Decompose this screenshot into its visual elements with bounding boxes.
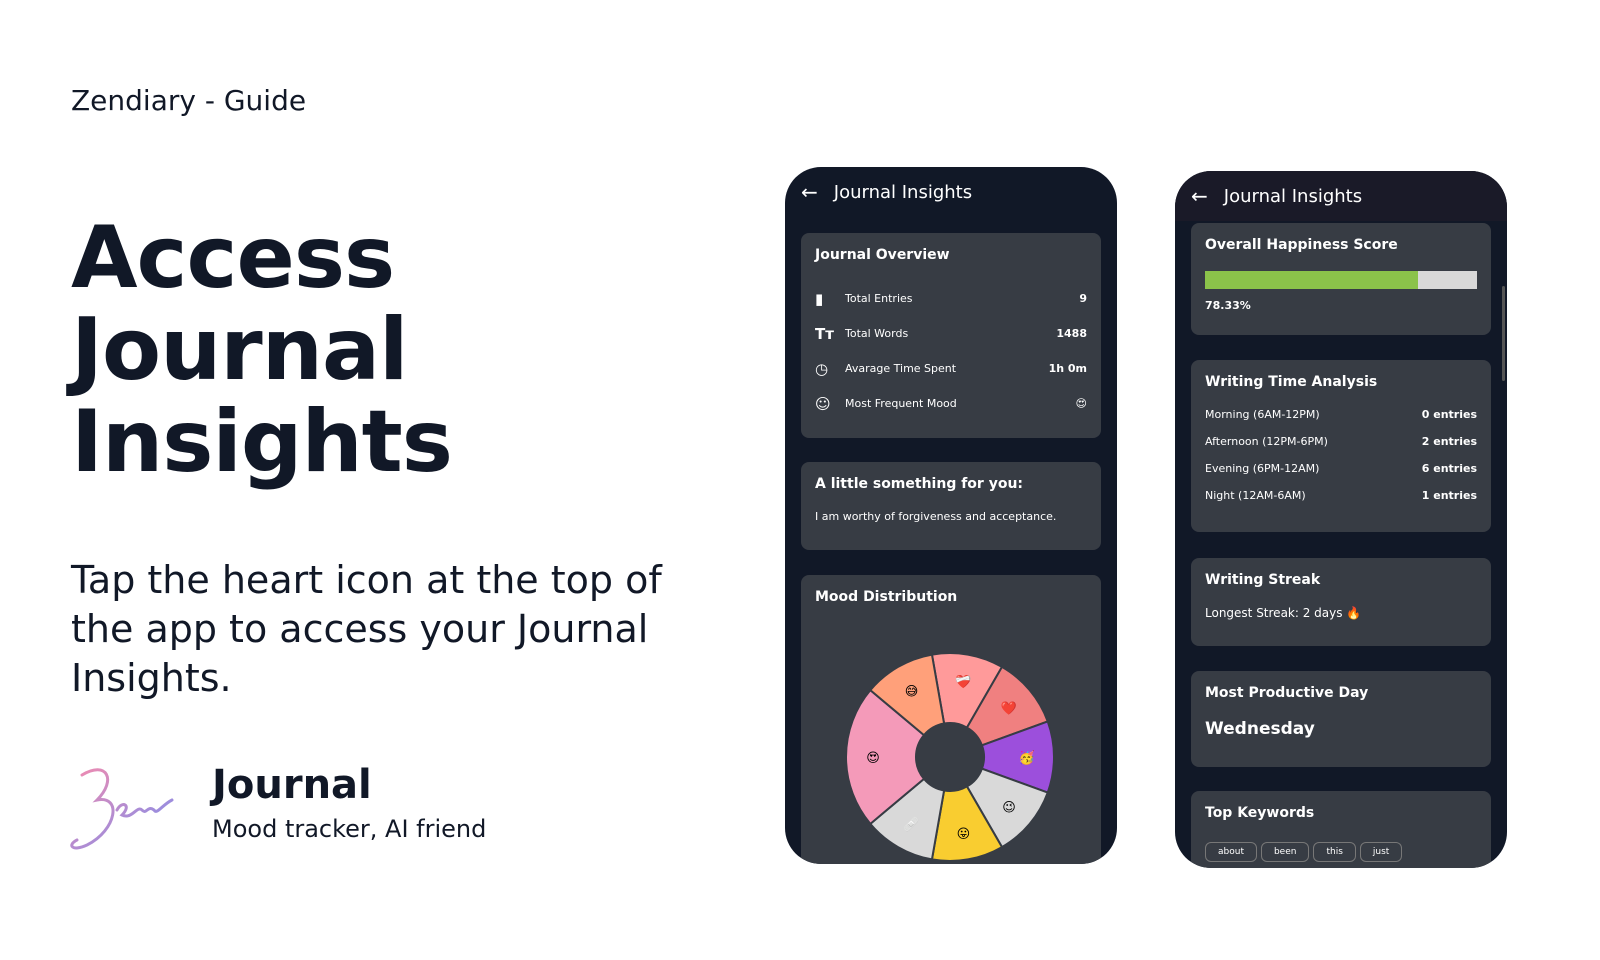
book-icon: ▮	[815, 289, 824, 308]
text-size-icon: Tт	[815, 324, 834, 343]
top-keywords-card: Top Keywords about been this just	[1191, 791, 1491, 868]
mood-pie-chart: ❤️‍🩹 ❤️ 🥳 😉 😛 🩹 😍 😅	[845, 652, 1055, 862]
streak-text: Longest Streak: 2 days 🔥	[1205, 606, 1362, 620]
time-label: Evening (6PM-12AM)	[1205, 462, 1320, 475]
stat-value: 9	[1079, 292, 1087, 305]
writing-time-card: Writing Time Analysis Morning (6AM-12PM)…	[1191, 360, 1491, 532]
happiness-progress-bar	[1205, 271, 1477, 289]
scrollbar[interactable]	[1502, 286, 1505, 381]
description: Tap the heart icon at the top of the app…	[71, 558, 662, 700]
affirmation-card: A little something for you: I am worthy …	[801, 462, 1101, 550]
time-row: Evening (6PM-12AM) 6 entries	[1205, 462, 1477, 489]
stat-label: Avarage Time Spent	[845, 362, 957, 375]
phone-screen-analysis: ← Journal Insights Overall Happiness Sco…	[1175, 171, 1507, 868]
stat-value: 1488	[1056, 327, 1087, 340]
mood-distribution-card: Mood Distribution ❤️‍🩹 ❤️ 🥳 😉 😛 🩹 😍 😅	[801, 575, 1101, 864]
time-label: Night (12AM-6AM)	[1205, 489, 1306, 502]
clock-icon: ◷	[815, 359, 829, 378]
screen-title: Journal Insights	[1223, 185, 1363, 207]
keyword-chip[interactable]: been	[1260, 842, 1310, 862]
card-title: Overall Happiness Score	[1205, 237, 1398, 253]
time-value: 0 entries	[1421, 408, 1477, 421]
writing-streak-card: Writing Streak Longest Streak: 2 days 🔥	[1191, 558, 1491, 646]
card-title: Writing Time Analysis	[1205, 374, 1378, 390]
phone-screen-overview: ← Journal Insights Journal Overview ▮ Tot…	[785, 167, 1117, 864]
card-title: Mood Distribution	[815, 589, 958, 605]
keyword-chips: about been this just	[1205, 839, 1477, 862]
brand-name: Journal	[212, 762, 372, 808]
stat-label: Total Words	[845, 327, 909, 340]
headline: Access Journal Insights	[71, 208, 453, 492]
time-label: Morning (6AM-12PM)	[1205, 408, 1320, 421]
pie-slice-emoji: ❤️	[1001, 701, 1018, 717]
time-value: 2 entries	[1421, 435, 1477, 448]
journal-overview-card: Journal Overview ▮ Total Entries 9 Tт Total…	[801, 233, 1101, 438]
headline-line: Access	[71, 208, 395, 308]
stat-row: ☺ Most Frequent Mood 😍	[815, 386, 1087, 421]
pie-slice-emoji: 😛	[957, 827, 971, 842]
affirmation-text: I am worthy of forgiveness and acceptanc…	[815, 510, 1057, 523]
pie-slice-emoji: ❤️‍🩹	[955, 674, 972, 690]
stat-label: Most Frequent Mood	[845, 397, 957, 410]
app-bar: ← Journal Insights	[785, 167, 1117, 217]
card-title: Most Productive Day	[1205, 685, 1369, 701]
keyword-chip[interactable]: this	[1313, 842, 1356, 862]
pie-slice-emoji: 😍	[866, 751, 880, 766]
time-value: 6 entries	[1421, 462, 1477, 475]
stat-label: Total Entries	[845, 292, 913, 305]
back-arrow-icon[interactable]: ←	[801, 180, 818, 204]
keyword-chip[interactable]: about	[1205, 842, 1257, 862]
productive-day-value: Wednesday	[1205, 719, 1315, 739]
stat-row: ▮ Total Entries 9	[815, 281, 1087, 316]
card-title: Journal Overview	[815, 247, 950, 263]
time-row: Morning (6AM-12PM) 0 entries	[1205, 408, 1477, 435]
stat-value: 😍	[1075, 397, 1087, 410]
card-title: Top Keywords	[1205, 805, 1315, 821]
progress-fill	[1205, 271, 1419, 289]
pie-slice-emoji: 😅	[905, 684, 919, 699]
card-title: Writing Streak	[1205, 572, 1321, 588]
stat-row: ◷ Avarage Time Spent 1h 0m	[815, 351, 1087, 386]
screen-title: Journal Insights	[833, 181, 973, 203]
time-label: Afternoon (12PM-6PM)	[1205, 435, 1328, 448]
happiness-percent: 78.33%	[1205, 299, 1251, 312]
card-title: A little something for you:	[815, 476, 1024, 492]
stat-row: Tт Total Words 1488	[815, 316, 1087, 351]
time-value: 1 entries	[1421, 489, 1477, 502]
keyword-chip[interactable]: just	[1359, 842, 1403, 862]
back-arrow-icon[interactable]: ←	[1191, 184, 1208, 208]
pie-slice-emoji: 🩹	[903, 816, 919, 833]
brand-tagline: Mood tracker, AI friend	[212, 815, 487, 843]
pie-slice-emoji: 😉	[1002, 800, 1016, 815]
zeni-logo	[70, 768, 174, 850]
time-row: Afternoon (12PM-6PM) 2 entries	[1205, 435, 1477, 462]
pie-slice-emoji: 🥳	[1019, 749, 1035, 766]
app-bar: ← Journal Insights	[1175, 171, 1507, 221]
time-row: Night (12AM-6AM) 1 entries	[1205, 489, 1477, 516]
stat-value: 1h 0m	[1048, 362, 1087, 375]
headline-line: Insights	[71, 392, 453, 492]
headline-line: Journal	[71, 300, 408, 400]
productive-day-card: Most Productive Day Wednesday	[1191, 671, 1491, 767]
guide-title: Zendiary - Guide	[71, 84, 307, 117]
smiley-icon: ☺	[815, 394, 831, 413]
happiness-card: Overall Happiness Score 78.33%	[1191, 223, 1491, 335]
